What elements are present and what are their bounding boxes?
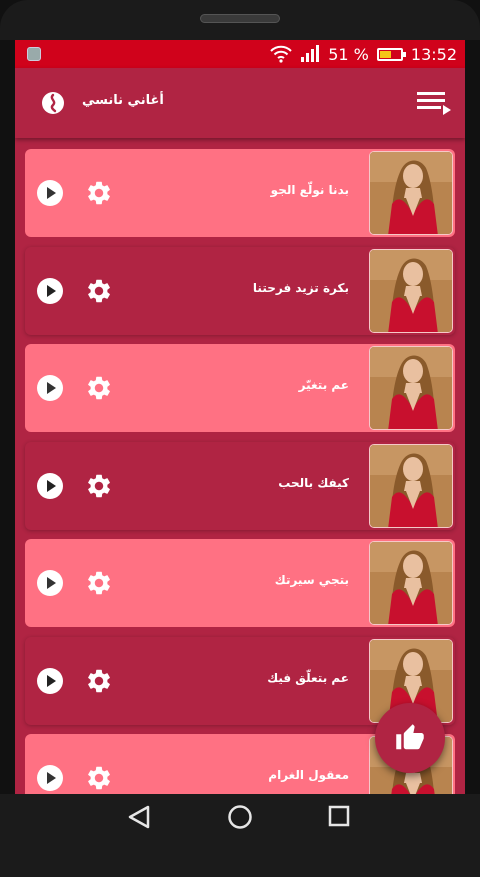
playlist-menu-icon[interactable] [417, 90, 451, 116]
play-icon[interactable] [37, 570, 63, 596]
song-card[interactable]: عم بتغيّر [25, 344, 455, 432]
battery-percent: 51 % [328, 44, 369, 64]
song-card[interactable]: كيفك بالحب [25, 441, 455, 530]
clock: 13:52 [410, 44, 457, 64]
app-logo-icon [42, 92, 64, 114]
battery-icon [376, 47, 406, 61]
play-icon[interactable] [37, 765, 63, 791]
song-thumbnail [369, 443, 453, 528]
song-title: معقول الغرام [268, 768, 349, 782]
play-icon[interactable] [37, 472, 63, 499]
song-card[interactable]: بدنا نولّع الجو [25, 149, 455, 237]
singer-photo [370, 542, 452, 624]
gear-icon[interactable] [85, 374, 113, 402]
play-icon[interactable] [37, 277, 63, 304]
nav-recent-apps-icon[interactable] [328, 805, 350, 827]
song-thumbnail [369, 248, 453, 333]
song-thumbnail [369, 151, 453, 235]
gear-icon[interactable] [85, 764, 113, 792]
gear-icon[interactable] [85, 569, 113, 597]
status-bar: 51 % 13:52 [15, 40, 465, 68]
song-thumbnail [369, 541, 453, 625]
speaker-grille [200, 14, 280, 23]
song-card[interactable]: بتجي سيرتك [25, 539, 455, 627]
gear-icon[interactable] [85, 277, 113, 305]
thumbs-up-icon [396, 724, 424, 750]
singer-photo [370, 444, 452, 527]
play-icon[interactable] [37, 180, 63, 206]
battery-level [379, 50, 392, 58]
song-title: عم بتغيّر [298, 378, 349, 392]
play-icon[interactable] [37, 667, 63, 694]
singer-photo [370, 152, 452, 234]
song-title: بتجي سيرتك [274, 573, 349, 587]
play-icon[interactable] [37, 375, 63, 401]
app-screen: 51 % 13:52 أغاني نانسي بدنا نولّع الجو ب… [15, 40, 465, 794]
gear-icon[interactable] [85, 179, 113, 207]
app-bar: أغاني نانسي [15, 68, 465, 138]
song-list: بدنا نولّع الجو بكرة تزيد فرحتنا عم بتغي… [15, 138, 465, 794]
gear-icon[interactable] [85, 667, 113, 695]
song-title: عم بتعلّق فيك [267, 670, 349, 685]
app-title: أغاني نانسي [82, 93, 164, 108]
singer-photo [370, 347, 452, 429]
signal-icon [301, 45, 320, 62]
song-title: بكرة تزيد فرحتنا [252, 280, 349, 295]
song-card[interactable]: بكرة تزيد فرحتنا [25, 246, 455, 335]
status-right: 51 % 13:52 [270, 44, 457, 64]
gear-icon[interactable] [85, 472, 113, 500]
song-thumbnail [369, 346, 453, 430]
singer-photo [370, 249, 452, 332]
device-top-bezel [0, 0, 480, 40]
like-fab-button[interactable] [375, 703, 445, 773]
nav-home-icon[interactable] [227, 804, 253, 830]
notification-icon [27, 47, 41, 61]
song-title: كيفك بالحب [278, 475, 349, 490]
wifi-icon [270, 45, 292, 63]
song-title: بدنا نولّع الجو [270, 183, 349, 197]
nav-back-icon[interactable] [126, 804, 152, 830]
